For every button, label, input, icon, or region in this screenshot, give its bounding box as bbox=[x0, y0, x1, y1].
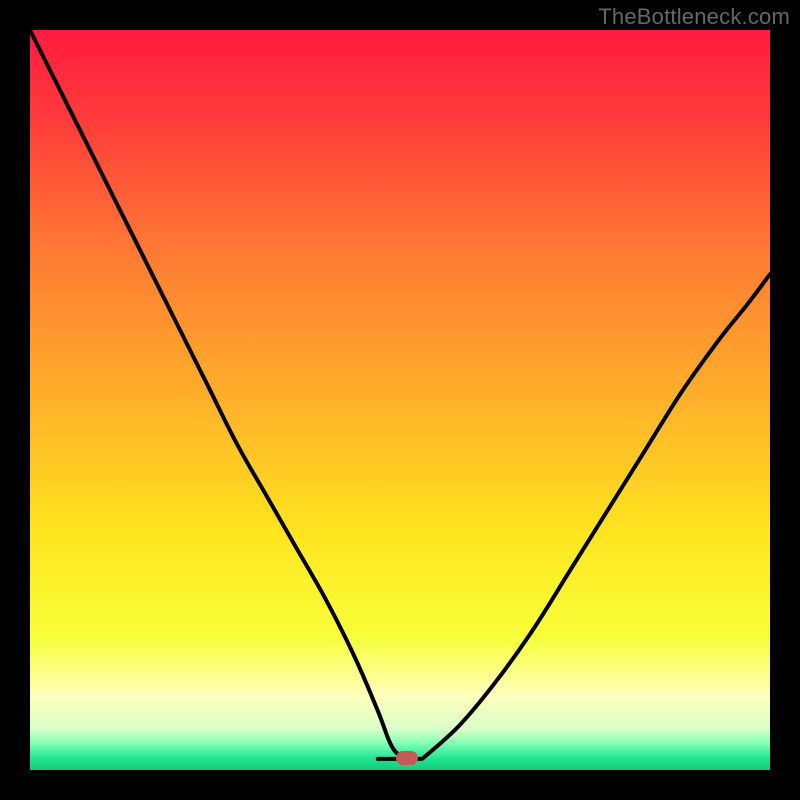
gradient-background bbox=[30, 30, 770, 770]
optimum-marker bbox=[396, 751, 418, 765]
chart-frame: TheBottleneck.com bbox=[0, 0, 800, 800]
plot-area bbox=[30, 30, 770, 770]
credit-label: TheBottleneck.com bbox=[598, 4, 790, 30]
chart-svg bbox=[30, 30, 770, 770]
